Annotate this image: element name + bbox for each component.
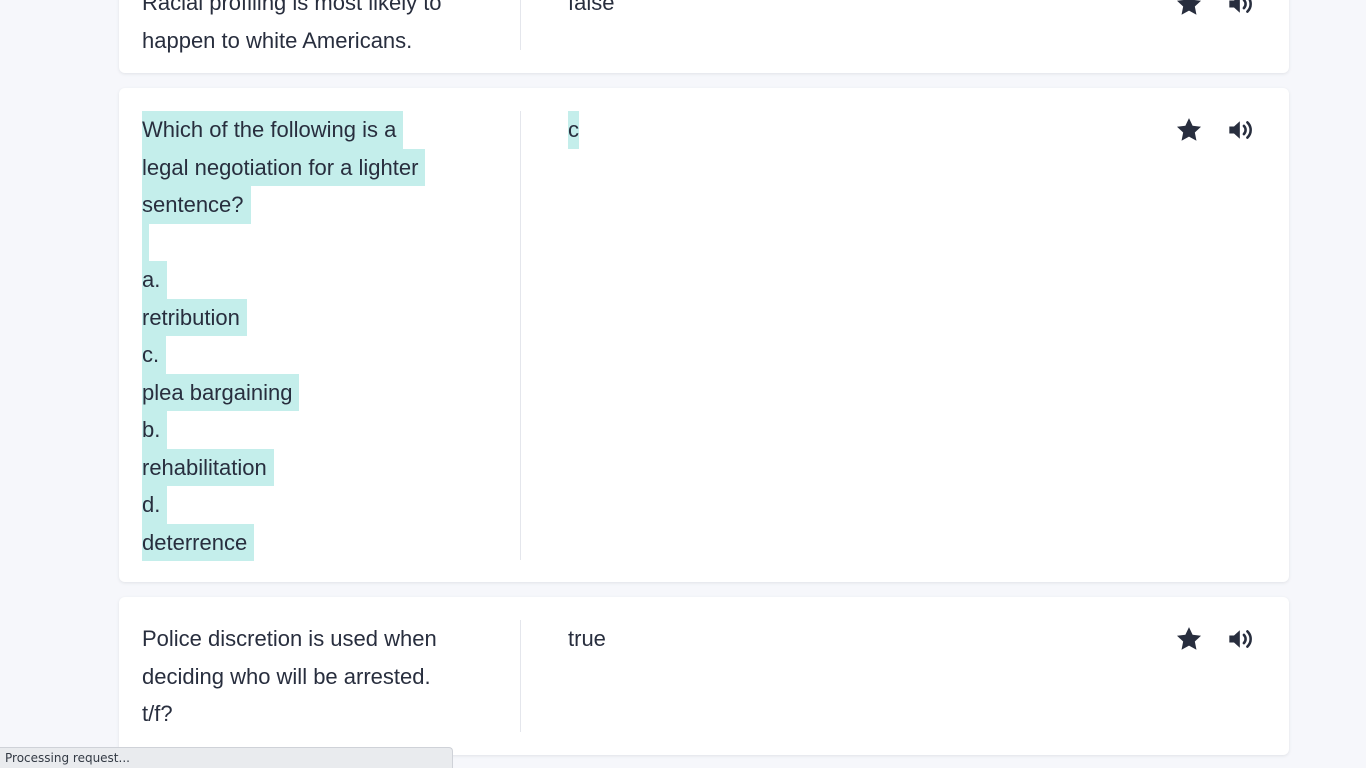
divider [520, 620, 521, 732]
term-line: t/f? [142, 701, 173, 726]
term-line [142, 223, 502, 261]
term-text: Police discretion is used when deciding … [142, 620, 502, 733]
term-line: rehabilitation [142, 448, 502, 486]
term-line: b. [142, 411, 502, 449]
definition-text: false [568, 0, 615, 15]
term-line: Which of the following is a [142, 111, 502, 149]
definition-text: true [568, 626, 606, 651]
flashcard-row: Which of the following is a legal negoti… [119, 88, 1289, 582]
star-icon[interactable] [1175, 116, 1203, 144]
term-text: Which of the following is a legal negoti… [142, 111, 502, 561]
term-line: d. [142, 486, 502, 524]
term-line: sentence? [142, 186, 502, 224]
star-icon[interactable] [1175, 0, 1203, 18]
term-line: happen to white Americans. [142, 27, 413, 53]
flashcard-row: Police discretion is used when deciding … [119, 597, 1289, 755]
speaker-icon[interactable] [1227, 625, 1255, 653]
speaker-icon[interactable] [1227, 0, 1255, 18]
status-bar: Processing request... [0, 747, 453, 768]
term-line: Racial profiling is most likely to [142, 0, 442, 15]
term-line: deciding who will be arrested. [142, 663, 431, 689]
term-line: retribution [142, 298, 502, 336]
term-line: deterrence [142, 523, 502, 561]
term-line: Police discretion is used when [142, 626, 437, 651]
speaker-icon[interactable] [1227, 116, 1255, 144]
flashcard-row: Racial profiling is most likely to happe… [119, 0, 1289, 73]
term-line: legal negotiation for a lighter [142, 148, 502, 186]
definition-text: c [568, 111, 579, 149]
term-line: c. [142, 336, 502, 374]
term-line: plea bargaining [142, 373, 502, 411]
divider [520, 0, 521, 50]
star-icon[interactable] [1175, 625, 1203, 653]
divider [520, 111, 521, 560]
term-line: a. [142, 261, 502, 299]
term-text: Racial profiling is most likely to happe… [142, 0, 502, 59]
